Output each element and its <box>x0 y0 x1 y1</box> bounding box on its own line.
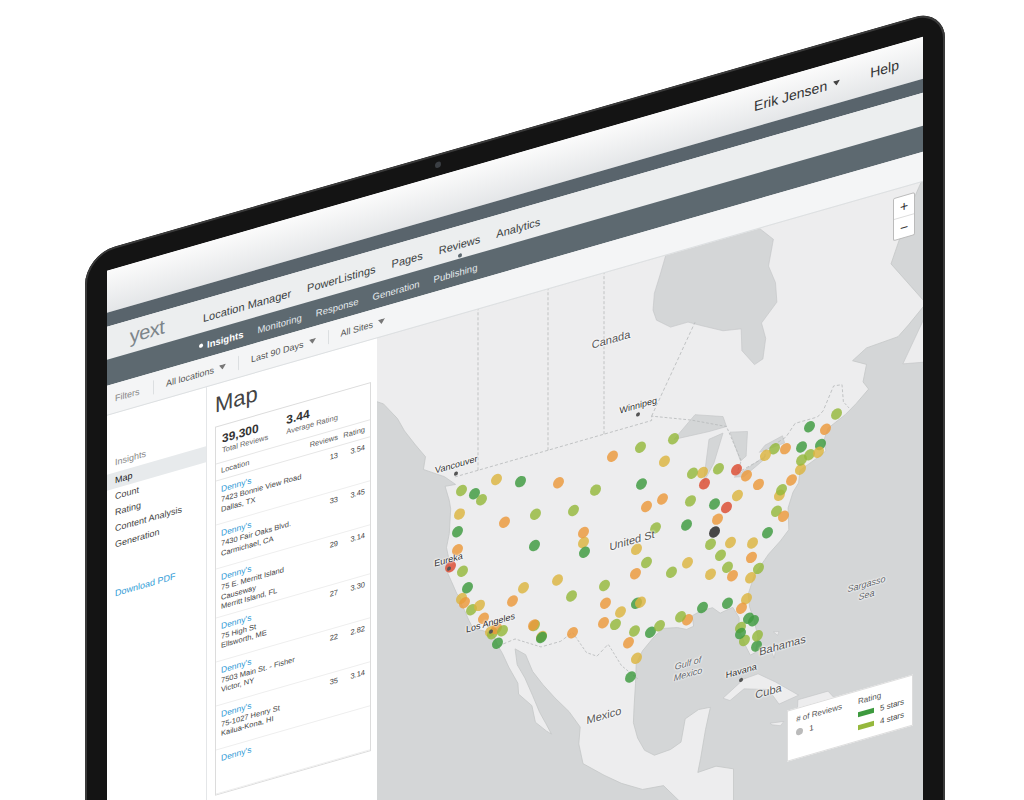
monitor: Erik JensenHelpyextLocation ManagerPower… <box>85 8 945 800</box>
camera <box>435 161 441 169</box>
rating-cell: 3.45 <box>341 487 365 529</box>
legend-label: 4 stars <box>880 710 904 726</box>
island-shape <box>773 630 779 636</box>
rating-swatch <box>858 708 874 718</box>
caret-shape <box>833 79 840 86</box>
sidebar: InsightsMapCountRatingContent AnalysisGe… <box>107 387 207 800</box>
caret-icon <box>378 318 385 325</box>
location-cell: Denny's7503 Main St. - FisherVictor, NY <box>221 640 305 699</box>
download-pdf-link[interactable]: Download PDF <box>107 562 206 600</box>
nav-label: Pages <box>392 249 423 270</box>
review-count: 27 <box>330 587 338 598</box>
review-count: 13 <box>330 450 338 461</box>
border-line <box>652 322 695 416</box>
rating-value: 2.82 <box>350 623 365 636</box>
review-count: 29 <box>330 538 338 549</box>
map-legend: # of Reviews1 Rating5 stars4 stars <box>787 675 913 762</box>
review-count: 33 <box>330 494 338 505</box>
filter-label: Filters <box>115 382 153 403</box>
location-cell: Denny's75 E. Merritt Island CausewayMerr… <box>221 548 305 612</box>
legend-ratings: Rating5 stars4 stars <box>858 684 904 732</box>
column-header[interactable]: Reviews <box>308 432 338 451</box>
rating-swatch <box>858 721 874 731</box>
map-label: Sargasso Sea <box>841 571 893 608</box>
island-shape <box>903 308 923 375</box>
sidebar-label: Map <box>115 470 133 485</box>
location-marker[interactable] <box>745 571 756 585</box>
selected-bullet <box>199 343 203 348</box>
rating-cell <box>341 711 365 753</box>
reviews-cell: 22 <box>308 631 338 675</box>
border-line <box>478 305 479 470</box>
rating-value: 3.54 <box>350 443 365 456</box>
border-line <box>548 285 549 450</box>
map-label: Gulf of Mexico <box>662 650 714 687</box>
legend-reviews: # of Reviews1 <box>796 702 842 750</box>
caret-icon <box>309 338 316 345</box>
location-panel: Map39,300Total Reviews3.44Average Rating… <box>207 338 377 800</box>
legend-title: # of Reviews <box>796 702 842 724</box>
rating-cell: 3.30 <box>341 579 365 621</box>
legend-label: 1 <box>809 723 813 733</box>
location-cell: Denny's7430 Fair Oaks Blvd.Carmichael, C… <box>221 504 305 563</box>
map-label: Bahamas <box>759 632 805 657</box>
nav-link[interactable]: Pages <box>392 249 423 271</box>
border-line <box>498 604 637 719</box>
summary-stat: 39,300Total Reviews <box>222 418 268 455</box>
sub-nav-label: Insights <box>207 328 243 349</box>
reviews-cell: 29 <box>308 538 338 586</box>
caret-icon <box>219 364 226 371</box>
location-marker[interactable] <box>722 596 733 610</box>
caret-shape <box>219 364 226 371</box>
reviews-cell <box>308 719 338 763</box>
dropdown-value: Last 90 Days <box>251 339 304 364</box>
land-shape <box>377 182 923 800</box>
dropdown-value: All Sites <box>341 319 374 338</box>
caret-shape <box>309 338 316 345</box>
rating-cell: 3.14 <box>341 667 365 709</box>
reviews-cell: 33 <box>308 494 338 538</box>
help-link[interactable]: Help <box>870 57 899 81</box>
location-marker[interactable] <box>748 614 759 628</box>
zoom-control: +− <box>893 192 915 241</box>
reviews-cell: 27 <box>308 587 338 631</box>
border-line <box>455 360 849 554</box>
rating-cell: 2.82 <box>341 623 365 665</box>
rating-value: 3.30 <box>350 579 365 592</box>
zoom-in-button[interactable]: + <box>894 193 914 219</box>
rating-value: 3.14 <box>350 531 365 544</box>
island-shape <box>770 719 784 729</box>
screen: Erik JensenHelpyextLocation ManagerPower… <box>107 37 923 800</box>
reviews-cell: 13 <box>308 450 338 494</box>
summary-stat: 3.44Average Rating <box>286 398 338 437</box>
sidebar-item[interactable]: Map <box>107 446 206 490</box>
rating-value: 3.14 <box>350 667 365 680</box>
reviews-cell: 35 <box>308 675 338 719</box>
sidebar-label: Rating <box>115 500 141 517</box>
location-cell: Denny's75-1027 Henry StKailua-Kona, HI <box>221 684 305 743</box>
zoom-out-button[interactable]: − <box>894 213 914 240</box>
location-table: 39,300Total Reviews3.44Average RatingLoc… <box>215 382 371 795</box>
location-cell: Denny's <box>221 728 305 787</box>
size-dot-icon <box>796 727 803 736</box>
location-marker[interactable] <box>654 619 665 633</box>
water-shape <box>730 427 748 464</box>
rating-value: 3.45 <box>350 487 365 500</box>
rating-cell: 3.14 <box>341 531 365 577</box>
column-header[interactable]: Rating <box>341 425 365 442</box>
dropdown-value: All locations <box>166 365 214 389</box>
review-count: 35 <box>330 675 338 686</box>
review-count: 22 <box>330 631 338 642</box>
border-line <box>604 269 605 434</box>
caret-icon <box>833 79 840 86</box>
water-shape <box>653 198 777 394</box>
rating-cell: 3.54 <box>341 443 365 485</box>
sidebar-label: Count <box>115 485 139 502</box>
caret-shape <box>378 318 385 325</box>
